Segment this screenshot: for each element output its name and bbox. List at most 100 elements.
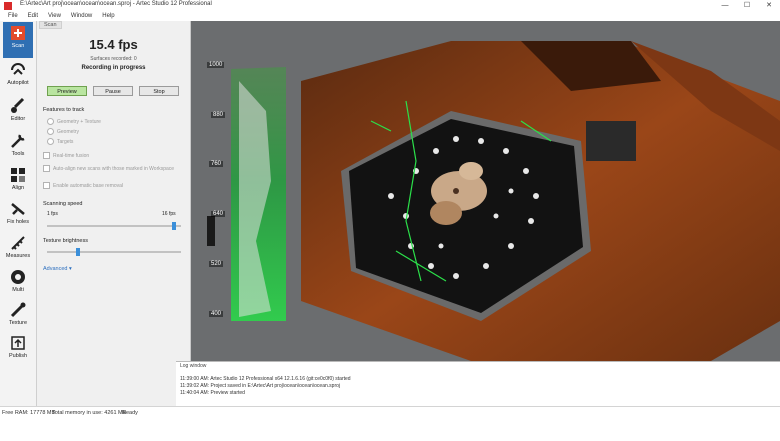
ready-status: Ready <box>122 410 138 416</box>
toolbar-tools[interactable]: Tools <box>3 130 33 166</box>
surfaces-recorded: Surfaces recorded: 0 <box>90 56 137 62</box>
log-window-title: Log window <box>180 363 207 369</box>
texture-brightness-slider[interactable] <box>47 248 181 256</box>
publish-icon <box>11 336 25 350</box>
checkbox-icon <box>43 182 50 189</box>
toolbar-autopilot[interactable]: Autopilot <box>3 59 33 95</box>
toolbar-label: Editor <box>10 116 26 122</box>
toolbar-label: Autopilot <box>7 80 29 86</box>
toolbar-label: Fix holes <box>6 219 29 225</box>
texture-icon <box>10 302 26 318</box>
feature-option[interactable]: Targets <box>47 138 73 145</box>
pause-button[interactable]: Pause <box>93 86 133 96</box>
toolbar-label: Multi <box>12 287 24 293</box>
toolbar-label: Measures <box>5 253 31 259</box>
minimize-button[interactable]: — <box>714 0 736 12</box>
toolbar-scan[interactable]: Scan <box>3 22 33 58</box>
radio-icon <box>47 128 54 135</box>
free-ram: Free RAM: 17778 MB <box>2 410 56 416</box>
title-bar: E:\Artec\Art proj\ocean\ocean\ocean.spro… <box>0 0 780 12</box>
features-label: Features to track <box>43 107 85 113</box>
option-label: Targets <box>57 138 74 145</box>
checkbox-icon <box>43 152 50 159</box>
option-label: Enable automatic base removal <box>53 182 124 189</box>
realtime-fusion-checkbox[interactable]: Real-time fusion <box>43 152 89 159</box>
radio-icon <box>47 118 54 125</box>
toolbar-label: Publish <box>8 353 28 359</box>
option-label: Geometry + Texture <box>57 118 101 125</box>
window-title: E:\Artec\Art proj\ocean\ocean\ocean.spro… <box>20 1 212 7</box>
preview-button[interactable]: Preview <box>47 86 87 96</box>
log-line: 11:39:00 AM: Artec Studio 12 Professiona… <box>180 376 351 382</box>
toolbar-texture[interactable]: Texture <box>3 299 33 335</box>
texture-brightness-label: Texture brightness <box>43 238 88 244</box>
close-button[interactable]: ✕ <box>758 0 780 12</box>
option-label: Real-time fusion <box>53 152 90 159</box>
speed-min-label: 1 fps <box>47 211 58 217</box>
app-window: E:\Artec\Art proj\ocean\ocean\ocean.spro… <box>0 0 780 441</box>
depth-tick: 640 <box>211 211 226 217</box>
base-removal-checkbox[interactable]: Enable automatic base removal <box>43 182 123 189</box>
artec-logo-icon <box>4 2 12 10</box>
toolbar-fix-holes[interactable]: Fix holes <box>3 198 33 234</box>
menu-window[interactable]: Window <box>66 12 97 21</box>
toolbar-align[interactable]: Align <box>3 164 33 200</box>
fps-readout: 15.4 fps <box>89 37 138 52</box>
scan-icon <box>11 26 25 40</box>
menu-view[interactable]: View <box>43 12 66 21</box>
fix-holes-icon <box>11 203 25 215</box>
multi-icon <box>11 270 25 284</box>
scanning-speed-label: Scanning speed <box>43 201 83 207</box>
scanning-speed-slider[interactable] <box>47 222 181 230</box>
total-memory: Total memory in use: 4261 MB <box>52 410 127 416</box>
depth-gauge <box>207 67 286 321</box>
checkbox-icon <box>43 165 50 172</box>
recording-status: Recording in progress <box>81 65 146 71</box>
brush-icon <box>11 97 25 113</box>
depth-tick: 760 <box>209 161 224 167</box>
background-object <box>586 121 636 161</box>
menu-help[interactable]: Help <box>97 12 119 21</box>
align-icon <box>11 168 25 182</box>
left-toolbar: Scan Autopilot Editor Tools Align Fix ho… <box>0 21 37 406</box>
toolbar-measures[interactable]: Measures <box>3 232 33 268</box>
slider-thumb[interactable] <box>171 222 176 230</box>
toolbar-publish[interactable]: Publish <box>3 332 33 368</box>
radio-icon <box>47 138 54 145</box>
stop-button[interactable]: Stop <box>139 86 179 96</box>
measures-icon <box>11 236 25 250</box>
scan-scene <box>207 41 780 361</box>
feature-option[interactable]: Geometry + Texture <box>47 118 101 125</box>
panel-tab-scan[interactable]: Scan <box>39 21 62 29</box>
autopilot-icon <box>11 63 25 75</box>
toolbar-multi[interactable]: Multi <box>3 266 33 302</box>
slider-thumb[interactable] <box>75 248 80 256</box>
depth-tick: 520 <box>209 261 224 267</box>
toolbar-editor[interactable]: Editor <box>3 95 33 131</box>
toolbar-label: Align <box>11 185 25 191</box>
option-label: Geometry <box>57 128 79 135</box>
window-controls: — ☐ ✕ <box>714 0 780 12</box>
log-window: Log window 11:39:00 AM: Artec Studio 12 … <box>176 361 780 407</box>
scan-panel: Scan 15.4 fps Surfaces recorded: 0 Recor… <box>37 21 191 406</box>
toolbar-label: Texture <box>8 320 28 326</box>
option-label: Auto-align new scans with those marked i… <box>53 165 175 172</box>
tools-icon <box>11 134 25 148</box>
depth-tick: 400 <box>209 311 224 317</box>
3d-viewport[interactable]: 1000 880 760 640 520 400 <box>191 21 780 361</box>
log-line: 11:40:04 AM: Preview started <box>180 390 245 396</box>
maximize-button[interactable]: ☐ <box>736 0 758 12</box>
depth-tick: 1000 <box>207 62 225 68</box>
menu-edit[interactable]: Edit <box>23 12 43 21</box>
toolbar-label: Scan <box>11 43 25 49</box>
auto-align-checkbox[interactable]: Auto-align new scans with those marked i… <box>43 165 174 172</box>
toolbar-label: Tools <box>11 151 25 157</box>
feature-option[interactable]: Geometry <box>47 128 79 135</box>
depth-tick: 880 <box>211 112 226 118</box>
menu-bar: File Edit View Window Help <box>0 12 780 21</box>
speed-max-label: 16 fps <box>162 211 176 217</box>
status-bar: Free RAM: 17778 MB Total memory in use: … <box>0 406 780 441</box>
advanced-toggle[interactable]: Advanced ▾ <box>43 266 72 272</box>
log-line: 11:39:02 AM: Project saved in E:\Artec\A… <box>180 383 340 389</box>
menu-file[interactable]: File <box>3 12 23 21</box>
